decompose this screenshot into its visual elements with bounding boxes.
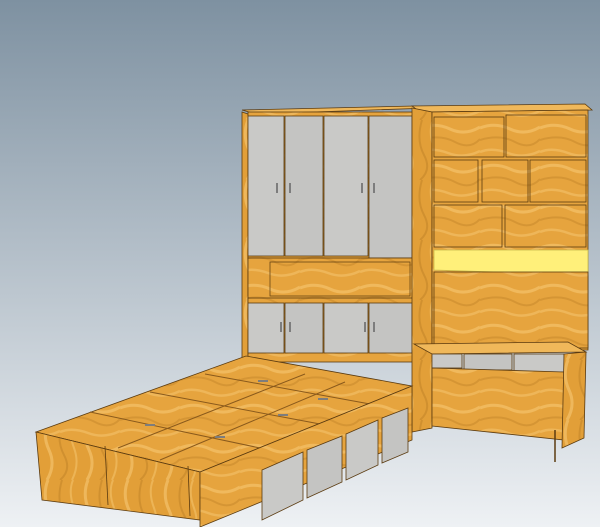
desk-leg	[561, 351, 587, 449]
door-handle-icon	[289, 322, 291, 332]
drawer-front[interactable]	[431, 353, 463, 369]
lower-door-3[interactable]	[323, 302, 369, 354]
shelf-cell[interactable]	[433, 116, 505, 158]
upper-door-4[interactable]	[368, 115, 413, 259]
door-handle-icon	[361, 183, 363, 193]
shelf-cell[interactable]	[505, 114, 587, 158]
drawer-front[interactable]	[463, 353, 513, 371]
desk-top[interactable]	[412, 341, 588, 355]
shelf-side-panel	[411, 107, 433, 433]
upper-cabinet-doors[interactable]	[247, 115, 413, 259]
door-handle-icon	[280, 322, 282, 332]
shelf-cell[interactable]	[504, 204, 587, 248]
wardrobe-side-panel	[241, 111, 249, 371]
desk-back-panel	[433, 271, 589, 349]
upper-door-1[interactable]	[247, 115, 285, 257]
door-handle-icon	[318, 398, 328, 400]
door-handle-icon	[373, 322, 375, 332]
door-handle-icon	[364, 322, 366, 332]
wardrobe-tower[interactable]	[241, 105, 431, 371]
shelf-cell[interactable]	[433, 159, 479, 203]
door-handle-icon	[145, 424, 155, 426]
lower-door-4[interactable]	[368, 302, 413, 354]
door-handle-icon	[278, 414, 288, 416]
door-handle-icon	[373, 183, 375, 193]
shelf-cell[interactable]	[481, 159, 529, 203]
door-handle-icon	[215, 436, 225, 438]
drawer-front[interactable]	[513, 353, 565, 373]
shelf-cell[interactable]	[529, 159, 587, 203]
lower-cabinet-doors[interactable]	[247, 302, 413, 354]
shelf-cell[interactable]	[433, 204, 503, 248]
lower-door-1[interactable]	[247, 302, 285, 354]
door-handle-icon	[276, 183, 278, 193]
wardrobe-middle-inset	[269, 261, 411, 297]
door-handle-icon	[258, 380, 268, 382]
3d-viewport[interactable]	[0, 0, 600, 527]
desk-shelf-unit[interactable]	[410, 103, 594, 462]
door-handle-icon	[289, 183, 291, 193]
bed-wardrobe-model[interactable]	[0, 0, 600, 527]
upper-shelf-compartments[interactable]	[433, 114, 587, 248]
